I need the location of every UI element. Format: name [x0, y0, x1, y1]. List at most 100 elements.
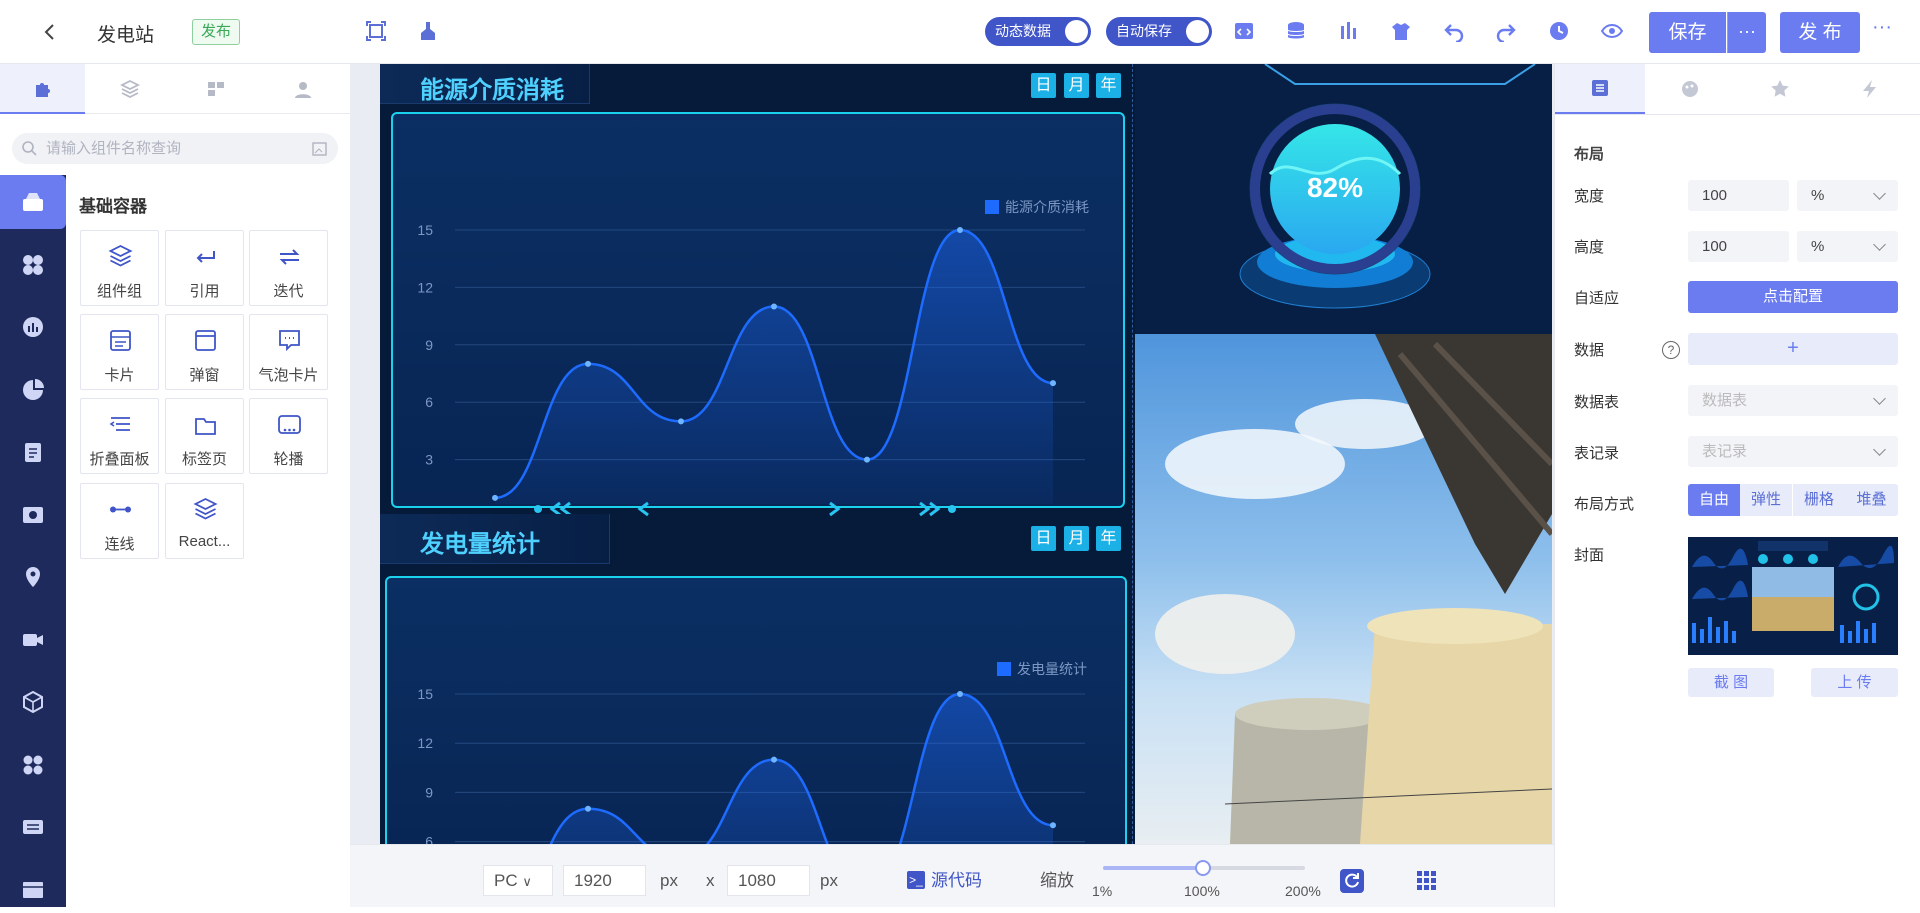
- nav-form-icon[interactable]: [0, 428, 66, 476]
- add-data-button[interactable]: +: [1688, 333, 1898, 365]
- bar-chart-icon[interactable]: [1338, 20, 1360, 42]
- tab-components[interactable]: [0, 64, 85, 114]
- record-select[interactable]: 表记录: [1688, 436, 1898, 467]
- component-card[interactable]: 气泡卡片: [249, 314, 328, 390]
- publish-button[interactable]: 发 布: [1780, 12, 1860, 53]
- autosave-toggle[interactable]: 自动保存: [1106, 17, 1212, 46]
- nav-layout-icon[interactable]: [0, 241, 66, 289]
- redo-icon[interactable]: [1495, 20, 1517, 42]
- height-input[interactable]: 1080: [727, 865, 810, 896]
- width-value-input[interactable]: 100: [1688, 180, 1789, 211]
- tab-layers[interactable]: [87, 64, 172, 114]
- nav-media-icon[interactable]: [0, 491, 66, 539]
- nav-widgets-icon[interactable]: [0, 741, 66, 789]
- y-tick-label: 12: [417, 735, 433, 751]
- code-window-icon[interactable]: [1233, 20, 1255, 42]
- grid-icon[interactable]: [1416, 870, 1438, 892]
- data-point: [492, 494, 498, 501]
- focus-frame-icon[interactable]: [365, 20, 387, 42]
- component-card[interactable]: 轮播: [249, 398, 328, 474]
- image-search-icon[interactable]: [312, 141, 328, 157]
- save-more-button[interactable]: ···: [1727, 12, 1766, 53]
- data-table-select[interactable]: 数据表: [1688, 385, 1898, 416]
- upload-button[interactable]: 上 传: [1811, 668, 1898, 697]
- theme-shirt-icon[interactable]: [1390, 20, 1412, 42]
- layout-option-3[interactable]: 堆叠: [1845, 484, 1898, 516]
- layout-option-2[interactable]: 栅格: [1793, 484, 1845, 516]
- zoom-slider-handle[interactable]: [1195, 860, 1211, 876]
- bubble-icon: [276, 327, 303, 354]
- terminal-icon[interactable]: >_: [907, 871, 925, 889]
- tab-templates[interactable]: [173, 64, 258, 114]
- y-tick-label: 6: [425, 394, 433, 410]
- period-month-button[interactable]: 月: [1064, 526, 1089, 551]
- brush-clean-icon[interactable]: [417, 20, 439, 42]
- component-card-label: 弹窗: [189, 367, 220, 384]
- nav-table-icon[interactable]: [0, 865, 66, 913]
- top-toolbar: 发电站 发布 动态数据 自动保存 保存 ··· 发 布 ···: [0, 0, 1920, 64]
- component-card-label: 连线: [104, 536, 135, 553]
- adaptive-label: 自适应: [1574, 290, 1620, 307]
- screenshot-button[interactable]: 截 图: [1688, 668, 1774, 697]
- more-menu-button[interactable]: ···: [1872, 16, 1892, 39]
- dashboard-screen[interactable]: 能源介质消耗 日 月 年 03691215蒸汽工业水压缩空气压缩氮气煤气天然气除…: [380, 64, 1552, 844]
- height-unit-select[interactable]: %: [1797, 231, 1898, 262]
- component-card[interactable]: 连线: [80, 483, 159, 559]
- nav-chart-icon[interactable]: [0, 303, 66, 351]
- component-card[interactable]: 折叠面板: [80, 398, 159, 474]
- puzzle-icon: [33, 78, 53, 98]
- help-icon[interactable]: ?: [1662, 341, 1680, 359]
- width-unit: px: [660, 871, 678, 890]
- component-card-label: 迭代: [273, 283, 304, 300]
- y-tick-label: 12: [417, 279, 433, 295]
- refresh-icon[interactable]: [1340, 869, 1364, 893]
- data-point: [864, 456, 870, 463]
- component-card[interactable]: 引用: [165, 230, 244, 306]
- nav-video-icon[interactable]: [0, 616, 66, 664]
- nav-pie-icon[interactable]: [0, 366, 66, 414]
- period-year-button[interactable]: 年: [1096, 526, 1121, 551]
- history-clock-icon[interactable]: [1548, 20, 1570, 42]
- nav-container[interactable]: [0, 175, 66, 229]
- nav-keyboard-icon[interactable]: [0, 803, 66, 851]
- database-icon[interactable]: [1285, 20, 1307, 42]
- cover-label: 封面: [1574, 547, 1605, 564]
- tab-style[interactable]: [1645, 64, 1735, 114]
- width-unit-select[interactable]: %: [1797, 180, 1898, 211]
- tab-properties[interactable]: [1555, 64, 1645, 114]
- adaptive-config-button[interactable]: 点击配置: [1688, 281, 1898, 313]
- tab-favorites[interactable]: [1735, 64, 1825, 114]
- component-card[interactable]: 弹窗: [165, 314, 244, 390]
- nav-3d-icon[interactable]: [0, 678, 66, 726]
- component-card[interactable]: React...: [165, 483, 244, 559]
- component-card[interactable]: 标签页: [165, 398, 244, 474]
- nav-map-pin-icon[interactable]: [0, 553, 66, 601]
- back-icon[interactable]: [40, 22, 60, 42]
- layout-option-1[interactable]: 弹性: [1740, 484, 1792, 516]
- undo-icon[interactable]: [1443, 20, 1465, 42]
- period-day-button[interactable]: 日: [1031, 73, 1056, 98]
- chevron-down-icon: ∨: [522, 874, 532, 889]
- width-input[interactable]: 1920: [563, 865, 646, 896]
- period-day-button[interactable]: 日: [1031, 526, 1056, 551]
- component-card[interactable]: 迭代: [249, 230, 328, 306]
- source-code-button[interactable]: 源代码: [931, 865, 982, 896]
- layout-option-0[interactable]: 自由: [1688, 484, 1740, 516]
- period-month-button[interactable]: 月: [1064, 73, 1089, 98]
- dynamic-data-toggle[interactable]: 动态数据: [985, 17, 1091, 46]
- panel1-title: 能源介质消耗: [420, 77, 564, 104]
- device-select[interactable]: PC ∨: [483, 865, 553, 896]
- period-year-button[interactable]: 年: [1096, 73, 1121, 98]
- component-card[interactable]: 卡片: [80, 314, 159, 390]
- search-placeholder: 请输入组件名称查询: [46, 140, 182, 157]
- tab-events[interactable]: [1825, 64, 1915, 114]
- component-card[interactable]: 组件组: [80, 230, 159, 306]
- star-icon: [1770, 79, 1790, 99]
- save-button[interactable]: 保存: [1649, 12, 1726, 53]
- tab-user[interactable]: [260, 64, 345, 114]
- dynamic-data-label: 动态数据: [995, 23, 1051, 39]
- height-value-input[interactable]: 100: [1688, 231, 1789, 262]
- preview-eye-icon[interactable]: [1601, 20, 1623, 42]
- cover-thumbnail[interactable]: [1688, 537, 1898, 655]
- component-search-input[interactable]: 请输入组件名称查询: [12, 133, 338, 164]
